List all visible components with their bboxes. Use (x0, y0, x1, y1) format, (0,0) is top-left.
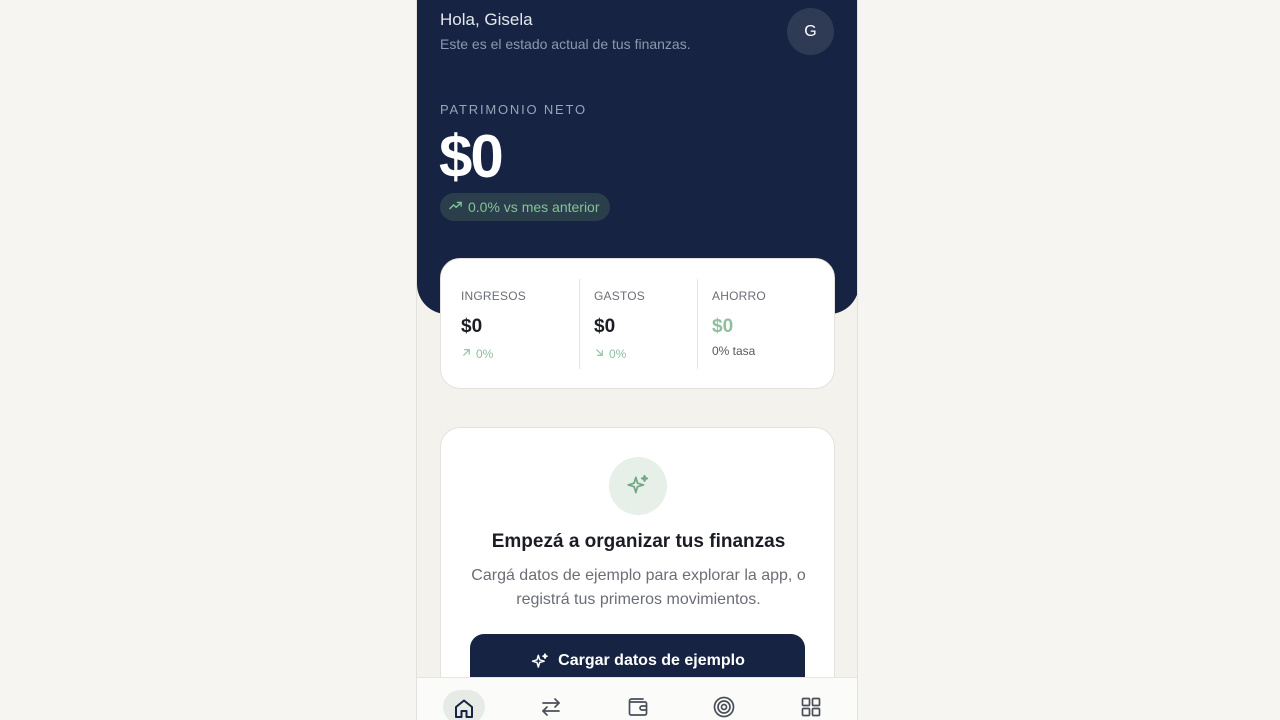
bottom-navigation (417, 677, 857, 720)
net-worth-value: $0 (439, 123, 504, 190)
income-change: 0% (461, 347, 579, 361)
expenses-value: $0 (594, 316, 616, 337)
avatar[interactable]: G (787, 8, 834, 55)
trending-up-icon (448, 198, 463, 216)
app-screen: Hola, Gisela Este es el estado actual de… (416, 0, 858, 720)
load-sample-data-label: Cargar datos de ejemplo (558, 652, 745, 669)
savings-label: AHORRO (712, 289, 766, 303)
sparkles-icon (530, 652, 550, 677)
arrow-down-right-icon (594, 347, 605, 361)
empty-state-description: Cargá datos de ejemplo para explorar la … (471, 567, 806, 608)
nav-more[interactable] (790, 688, 832, 720)
summary-card: INGRESOS $0 0% GASTOS $0 0% AHORRO $0 0%… (440, 258, 835, 389)
greeting: Hola, Gisela (440, 10, 533, 29)
greeting-subtitle: Este es el estado actual de tus finanzas… (440, 36, 691, 52)
net-worth-label: PATRIMONIO NETO (440, 102, 587, 117)
nav-goals[interactable] (703, 688, 745, 720)
nav-transactions[interactable] (530, 688, 572, 720)
target-icon (712, 695, 736, 720)
expenses-stat[interactable]: GASTOS $0 0% (579, 279, 697, 369)
income-stat[interactable]: INGRESOS $0 0% (441, 279, 579, 369)
nav-home[interactable] (443, 690, 485, 720)
arrow-up-right-icon (461, 347, 472, 361)
net-worth-change-text: 0.0% vs mes anterior (468, 199, 600, 215)
income-value: $0 (461, 316, 483, 337)
home-icon (452, 697, 476, 720)
savings-stat[interactable]: AHORRO $0 0% tasa (697, 279, 835, 369)
expenses-change: 0% (594, 347, 697, 361)
nav-accounts[interactable] (617, 688, 659, 720)
net-worth-change-badge: 0.0% vs mes anterior (440, 193, 610, 221)
savings-value: $0 (712, 316, 734, 337)
income-change-text: 0% (476, 347, 494, 361)
expenses-change-text: 0% (609, 347, 627, 361)
income-label: INGRESOS (461, 289, 526, 303)
empty-state-title: Empezá a organizar tus finanzas (491, 531, 786, 552)
grid-icon (799, 695, 823, 720)
wallet-icon (626, 695, 650, 720)
expenses-label: GASTOS (594, 289, 645, 303)
sparkles-icon (609, 457, 667, 515)
savings-rate: 0% tasa (712, 344, 756, 358)
transfers-icon (539, 695, 563, 720)
